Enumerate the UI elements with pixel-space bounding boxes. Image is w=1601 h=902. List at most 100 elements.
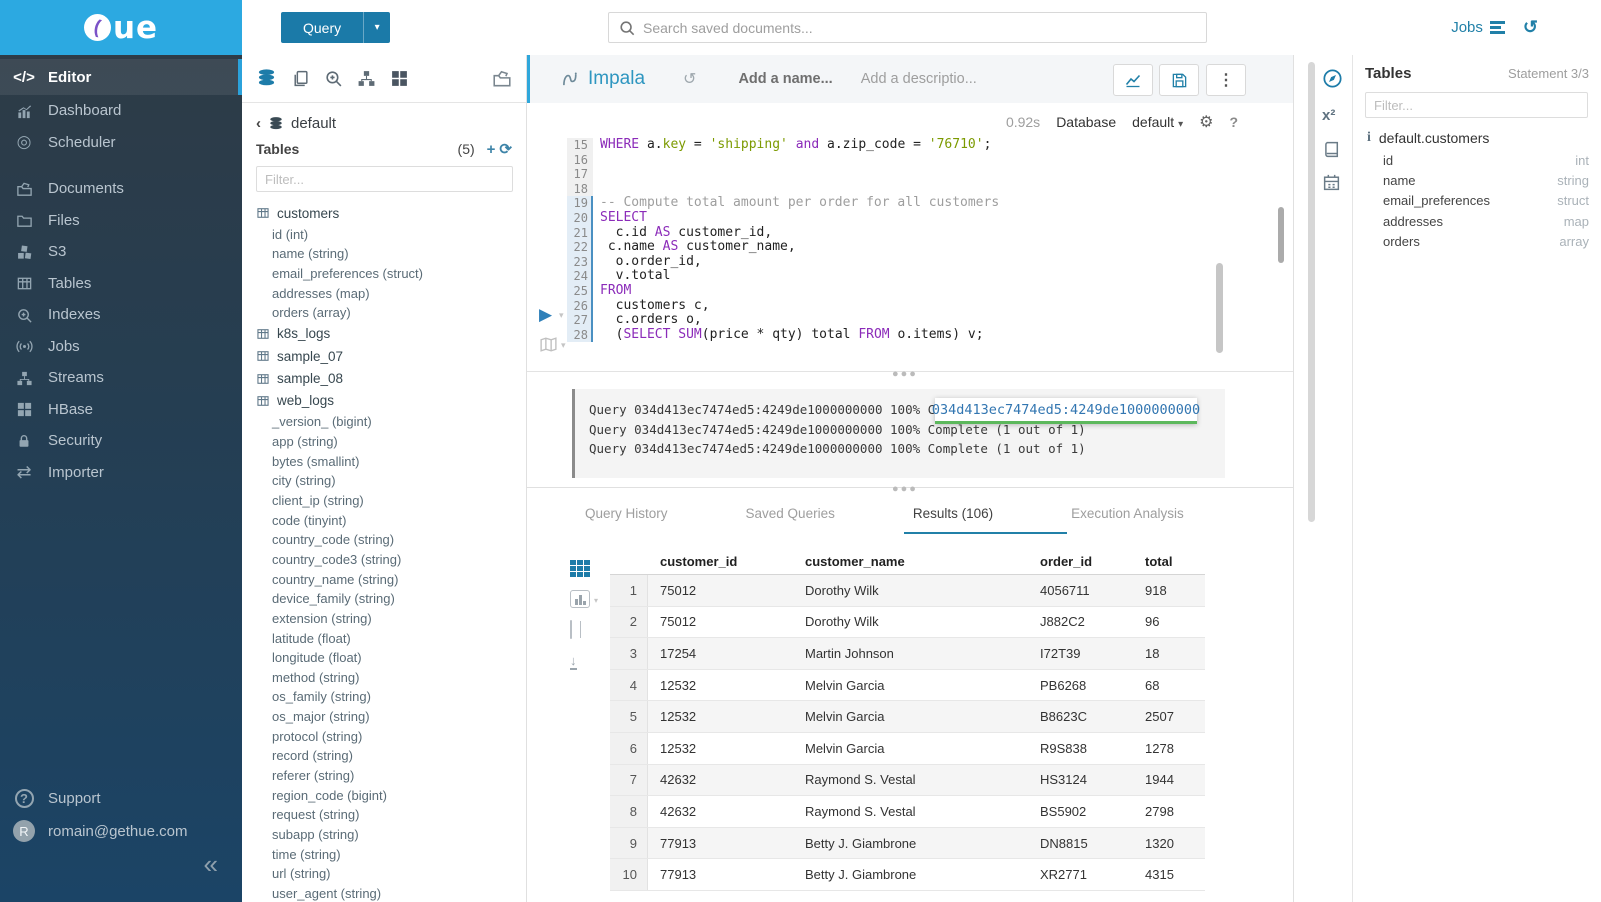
chart-button[interactable] (1113, 64, 1153, 96)
assist-column-item[interactable]: protocol (string) (242, 726, 526, 746)
right-column-item[interactable]: addressesmap (1365, 211, 1589, 231)
assist-column-item[interactable]: addresses (map) (242, 283, 526, 303)
global-search[interactable] (608, 12, 1207, 43)
compass-tab-icon[interactable] (1322, 68, 1343, 89)
query-dropdown-caret-icon[interactable]: ▾ (363, 12, 390, 43)
tab-results-106-[interactable]: Results (106) (913, 506, 993, 521)
format-caret-icon[interactable]: ▾ (561, 340, 566, 351)
support-link[interactable]: ? Support (0, 782, 242, 814)
assist-column-item[interactable]: bytes (smallint) (242, 451, 526, 471)
execute-caret-icon[interactable]: ▾ (559, 310, 564, 321)
column-header[interactable]: total (1133, 554, 1205, 569)
assist-column-item[interactable]: latitude (float) (242, 628, 526, 648)
nav-item-dashboard[interactable]: Dashboard (0, 95, 242, 127)
nav-item-s3[interactable]: S3 (0, 236, 242, 268)
language-docs-tab-icon[interactable] (1322, 140, 1341, 159)
table-row[interactable]: 977913Betty J. GiambroneDN88151320 (610, 828, 1205, 860)
table-row[interactable]: 1077913Betty J. GiambroneXR27714315 (610, 859, 1205, 891)
assist-column-item[interactable]: app (string) (242, 432, 526, 452)
assist-column-item[interactable]: user_agent (string) (242, 884, 526, 902)
table-row[interactable]: 412532Melvin GarciaPB626868 (610, 670, 1205, 702)
nav-item-files[interactable]: Files (0, 205, 242, 237)
assist-column-item[interactable]: _version_ (bigint) (242, 412, 526, 432)
nav-item-tables[interactable]: Tables (0, 268, 242, 300)
back-chevron-icon[interactable]: ‹ (256, 115, 261, 132)
format-map-icon[interactable] (539, 335, 558, 354)
query-name-field[interactable]: Add a name... (738, 71, 832, 87)
assist-column-item[interactable]: country_name (string) (242, 569, 526, 589)
execute-play-button[interactable]: ▶ (539, 305, 552, 325)
right-column-item[interactable]: namestring (1365, 170, 1589, 190)
column-header[interactable]: customer_id (648, 554, 793, 569)
nav-item-jobs[interactable]: Jobs (0, 331, 242, 363)
hue-logo[interactable]: ( ue (0, 0, 242, 55)
assist-column-item[interactable]: code (tinyint) (242, 510, 526, 530)
jobs-link[interactable]: Jobs (1451, 19, 1505, 36)
page-scrollbar[interactable] (1308, 62, 1315, 522)
database-select[interactable]: default ▾ (1132, 114, 1183, 130)
apps-tab-icon[interactable] (390, 69, 409, 88)
assist-column-item[interactable]: referer (string) (242, 766, 526, 786)
grid-view-icon[interactable] (570, 560, 600, 577)
open-folder-icon[interactable] (492, 69, 512, 89)
info-icon[interactable]: i (1367, 130, 1371, 146)
add-table-icon[interactable]: + (487, 141, 496, 158)
assist-column-item[interactable]: client_ip (string) (242, 491, 526, 511)
schedule-tab-icon[interactable] (1322, 173, 1341, 192)
right-column-item[interactable]: idint (1365, 150, 1589, 170)
assist-table-item[interactable]: sample_08 (242, 367, 526, 389)
documents-tab-icon[interactable] (291, 69, 310, 88)
nav-item-indexes[interactable]: Indexes (0, 299, 242, 331)
assist-column-item[interactable]: city (string) (242, 471, 526, 491)
table-row[interactable]: 842632Raymond S. VestalBS59022798 (610, 796, 1205, 828)
tab-execution-analysis[interactable]: Execution Analysis (1071, 506, 1184, 521)
assist-column-item[interactable]: extension (string) (242, 609, 526, 629)
tab-query-history[interactable]: Query History (585, 506, 668, 521)
assist-table-item[interactable]: customers (242, 202, 526, 224)
assist-column-item[interactable]: email_preferences (struct) (242, 264, 526, 284)
assist-column-item[interactable]: name (string) (242, 244, 526, 264)
nav-item-editor[interactable]: </> Editor (0, 59, 242, 95)
right-column-item[interactable]: ordersarray (1365, 231, 1589, 251)
history-icon[interactable]: ↺ (1523, 17, 1538, 38)
nav-item-streams[interactable]: Streams (0, 362, 242, 394)
column-header[interactable]: order_id (1028, 554, 1133, 569)
assist-column-item[interactable]: id (int) (242, 224, 526, 244)
active-table-row[interactable]: i default.customers (1365, 126, 1589, 150)
kebab-menu-icon[interactable]: ⋮ (1206, 64, 1246, 96)
help-icon[interactable]: ? (1229, 114, 1238, 130)
nav-item-scheduler[interactable]: ◎ Scheduler (0, 127, 242, 159)
breadcrumb[interactable]: default (291, 115, 336, 132)
account-menu[interactable]: R romain@gethue.com (0, 814, 242, 848)
nav-item-hbase[interactable]: HBase (0, 394, 242, 426)
table-row[interactable]: 317254Martin JohnsonI72T3918 (610, 638, 1205, 670)
table-row[interactable]: 175012Dorothy Wilk4056711918 (610, 575, 1205, 607)
query-history-icon[interactable]: ↺ (683, 69, 696, 89)
table-row[interactable]: 275012Dorothy WilkJ882C296 (610, 607, 1205, 639)
snippet-scrollbar[interactable] (1278, 207, 1284, 263)
chart-view-icon[interactable]: ▾ (570, 590, 600, 608)
collapse-sidebar-icon[interactable]: « (204, 849, 218, 880)
editor-scrollbar[interactable] (1216, 263, 1223, 353)
table-row[interactable]: 612532Melvin GarciaR9S8381278 (610, 733, 1205, 765)
table-row[interactable]: 742632Raymond S. VestalHS31241944 (610, 765, 1205, 797)
assist-column-item[interactable]: request (string) (242, 805, 526, 825)
assist-column-item[interactable]: url (string) (242, 864, 526, 884)
right-filter-input[interactable] (1365, 92, 1588, 118)
refresh-icon[interactable]: ⟳ (499, 140, 512, 158)
search-input[interactable] (643, 20, 1196, 36)
databases-tab-icon[interactable] (256, 68, 277, 89)
assist-column-item[interactable]: os_family (string) (242, 687, 526, 707)
query-id-link[interactable]: 034d413ec7474ed5:4249de1000000000 (935, 398, 1197, 424)
assist-column-item[interactable]: subapp (string) (242, 825, 526, 845)
columns-view-icon[interactable] (570, 621, 600, 639)
nav-item-security[interactable]: Security (0, 425, 242, 457)
nav-item-documents[interactable]: Documents (0, 173, 242, 205)
sql-editor[interactable]: 15WHERE a.key = 'shipping' and a.zip_cod… (567, 138, 999, 342)
assist-column-item[interactable]: longitude (float) (242, 648, 526, 668)
query-description-field[interactable]: Add a descriptio... (861, 71, 977, 87)
assist-column-item[interactable]: country_code (string) (242, 530, 526, 550)
assist-column-item[interactable]: record (string) (242, 746, 526, 766)
assist-column-item[interactable]: country_code3 (string) (242, 550, 526, 570)
assist-column-item[interactable]: region_code (bigint) (242, 785, 526, 805)
